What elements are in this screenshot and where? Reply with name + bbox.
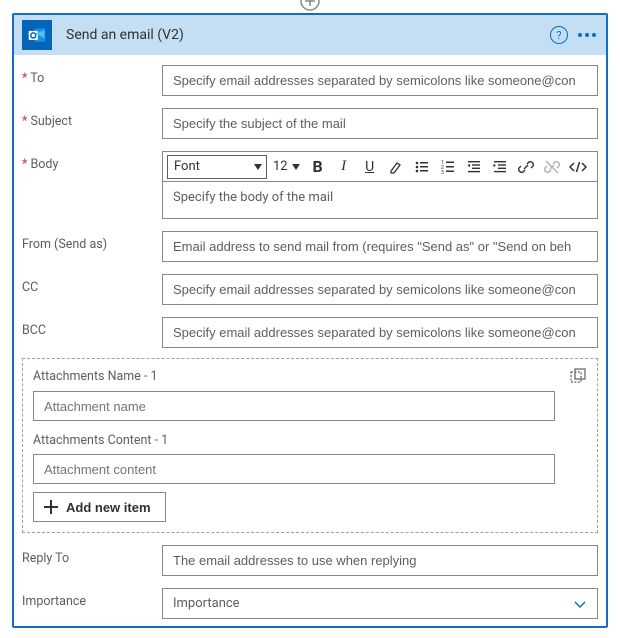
insert-step-icon[interactable] [299, 0, 321, 12]
unlink-button[interactable] [540, 155, 564, 179]
more-menu-icon[interactable] [578, 33, 596, 37]
font-select-label: Font [174, 159, 200, 174]
importance-placeholder: Importance [173, 596, 240, 611]
cc-input[interactable] [162, 274, 598, 305]
add-new-item-label: Add new item [66, 500, 151, 515]
subject-label: Subject [22, 108, 162, 129]
from-input[interactable] [162, 231, 598, 262]
attachments-name-label: Attachments Name - 1 [33, 369, 158, 384]
replyto-input[interactable] [162, 545, 598, 576]
indent-button[interactable] [488, 155, 512, 179]
switch-mode-icon[interactable] [569, 367, 587, 385]
highlight-button[interactable] [384, 155, 408, 179]
importance-select[interactable]: Importance [162, 588, 598, 619]
font-select[interactable]: Font [167, 155, 267, 179]
to-label: To [22, 65, 162, 86]
chevron-down-icon [573, 597, 587, 611]
outdent-button[interactable] [462, 155, 486, 179]
from-label: From (Send as) [22, 231, 162, 252]
attachment-name-input[interactable] [33, 391, 555, 421]
attachment-content-input[interactable] [33, 454, 555, 484]
bold-button[interactable]: B [306, 155, 330, 179]
plus-icon [44, 500, 58, 514]
help-icon[interactable]: ? [550, 26, 568, 44]
chevron-down-icon [254, 164, 262, 170]
svg-text:1: 1 [441, 160, 444, 166]
action-card-send-email: Send an email (V2) ? To Subject Body Fo [12, 13, 608, 628]
bullet-list-button[interactable] [410, 155, 434, 179]
italic-button[interactable]: I [332, 155, 356, 179]
chevron-down-icon [292, 164, 300, 170]
bcc-input[interactable] [162, 317, 598, 348]
attachments-group: Attachments Name - 1 Attachments Content… [22, 358, 598, 533]
card-header: Send an email (V2) ? [14, 15, 606, 55]
font-size-select[interactable]: 12 [269, 159, 304, 174]
cc-label: CC [22, 274, 162, 295]
importance-label: Importance [22, 588, 162, 609]
link-button[interactable] [514, 155, 538, 179]
editor-toolbar: Font 12 B I U [163, 152, 597, 182]
card-title: Send an email (V2) [66, 27, 550, 43]
add-new-item-button[interactable]: Add new item [33, 492, 166, 522]
body-label: Body [22, 151, 162, 172]
subject-input[interactable] [162, 108, 598, 139]
attachments-content-label: Attachments Content - 1 [33, 433, 587, 448]
code-view-button[interactable] [566, 155, 590, 179]
svg-text:2: 2 [441, 165, 444, 171]
underline-button[interactable]: U [358, 155, 382, 179]
number-list-button[interactable]: 123 [436, 155, 460, 179]
font-size-label: 12 [273, 159, 288, 174]
outlook-icon [22, 20, 52, 50]
replyto-label: Reply To [22, 545, 162, 566]
bcc-label: BCC [22, 317, 162, 338]
body-editor: Font 12 B I U [162, 151, 598, 219]
to-input[interactable] [162, 65, 598, 96]
svg-text:3: 3 [441, 170, 444, 175]
body-textarea[interactable]: Specify the body of the mail [163, 182, 597, 218]
